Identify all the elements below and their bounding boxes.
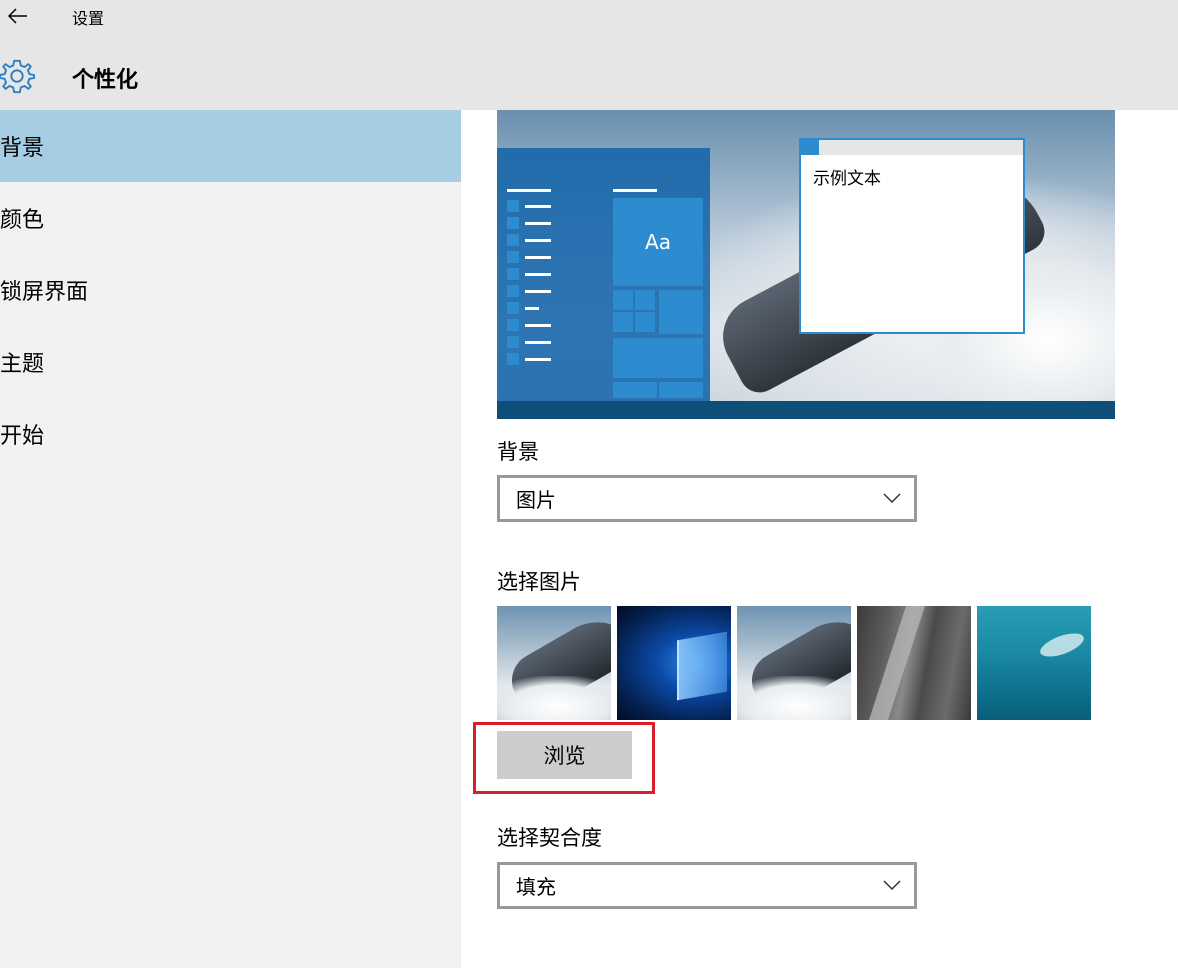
preview-menu-icon <box>507 268 519 280</box>
title-bar: 设置 个性化 <box>0 0 1178 110</box>
preview-tile <box>613 382 657 398</box>
preview-tile <box>635 312 655 332</box>
windows-logo-icon <box>677 631 727 701</box>
thumbnail-swimmer <box>1037 628 1087 662</box>
background-label: 背景 <box>497 440 539 464</box>
preview-menu-icon <box>507 200 519 212</box>
back-arrow-icon <box>8 8 27 24</box>
background-preview: Aa 示例文本 <box>497 110 1115 419</box>
sidebar-item-colors[interactable]: 颜色 <box>0 182 461 254</box>
picture-thumbnail-jet-2[interactable] <box>737 606 851 720</box>
main-content: Aa 示例文本 背景 图片 选择图片 浏览 选择契合度 填充 <box>461 110 1178 968</box>
preview-menu-icon <box>507 353 519 365</box>
chevron-down-icon <box>883 493 901 504</box>
picture-thumbnail-windows[interactable] <box>617 606 731 720</box>
preview-tile <box>613 338 703 378</box>
sidebar-item-themes[interactable]: 主题 <box>0 326 461 398</box>
sidebar-item-label: 锁屏界面 <box>0 280 89 305</box>
preview-window-titlebar <box>801 140 1023 155</box>
sidebar-item-background[interactable]: 背景 <box>0 110 461 182</box>
thumbnail-cloud <box>497 676 611 720</box>
preview-menu-line <box>525 222 551 225</box>
preview-menu-line <box>525 290 551 293</box>
preview-menu-icon <box>507 285 519 297</box>
preview-tile <box>659 290 703 334</box>
preview-sample-window: 示例文本 <box>799 138 1025 334</box>
preview-menu-line <box>507 189 551 192</box>
back-button[interactable] <box>4 2 32 30</box>
preview-menu-line <box>525 256 551 259</box>
sidebar-item-label: 主题 <box>0 352 45 377</box>
preview-start-menu: Aa <box>497 148 710 401</box>
picture-thumbnail-underwater[interactable] <box>977 606 1091 720</box>
preview-menu-line <box>525 324 551 327</box>
preview-menu-line <box>525 239 551 242</box>
preview-window-accent <box>801 140 819 155</box>
preview-menu-line <box>525 273 551 276</box>
preview-menu-icon <box>507 251 519 263</box>
background-dropdown-value: 图片 <box>516 488 556 512</box>
browse-button[interactable]: 浏览 <box>497 731 632 779</box>
page-title: 个性化 <box>72 68 139 93</box>
sidebar-item-start[interactable]: 开始 <box>0 398 461 470</box>
preview-tile-aa: Aa <box>613 198 703 286</box>
preview-menu-line <box>525 358 551 361</box>
preview-menu-icon <box>507 319 519 331</box>
preview-tile <box>613 312 633 332</box>
preview-tile <box>635 290 655 310</box>
choose-picture-label: 选择图片 <box>497 570 581 594</box>
fit-label: 选择契合度 <box>497 826 602 850</box>
sidebar: 背景 颜色 锁屏界面 主题 开始 <box>0 110 461 968</box>
preview-taskbar <box>497 401 1115 419</box>
preview-menu-icon <box>507 302 519 314</box>
chevron-down-icon <box>883 880 901 891</box>
sidebar-item-label: 开始 <box>0 424 45 449</box>
preview-sample-text: 示例文本 <box>813 169 881 189</box>
fit-dropdown-value: 填充 <box>516 875 556 899</box>
picture-thumbnail-rock[interactable] <box>857 606 971 720</box>
thumbnail-rock-streak <box>865 606 927 720</box>
preview-tile <box>659 382 703 398</box>
preview-menu-icon <box>507 217 519 229</box>
sidebar-item-label: 颜色 <box>0 208 45 233</box>
preview-menu-line <box>525 307 539 310</box>
preview-menu-line <box>613 189 657 192</box>
background-dropdown[interactable]: 图片 <box>497 475 917 522</box>
sidebar-item-lock-screen[interactable]: 锁屏界面 <box>0 254 461 326</box>
fit-dropdown[interactable]: 填充 <box>497 862 917 909</box>
gear-icon <box>0 59 36 94</box>
sidebar-item-label: 背景 <box>0 136 45 161</box>
thumbnail-cloud <box>737 676 851 720</box>
preview-menu-icon <box>507 336 519 348</box>
preview-menu-icon <box>507 234 519 246</box>
preview-menu-line <box>525 341 551 344</box>
preview-tile <box>613 290 633 310</box>
app-title: 设置 <box>72 9 105 28</box>
preview-menu-line <box>525 205 551 208</box>
picture-thumbnail-jet[interactable] <box>497 606 611 720</box>
